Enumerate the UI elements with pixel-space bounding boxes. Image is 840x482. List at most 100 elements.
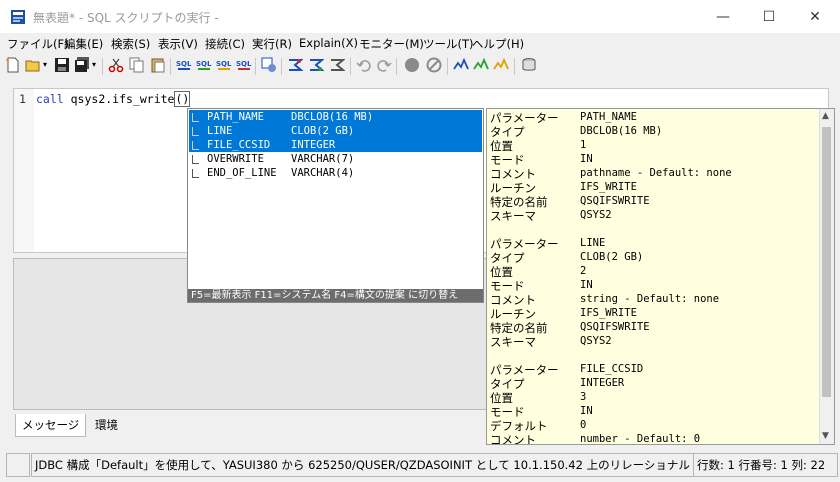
close-button[interactable]: ✕: [792, 0, 838, 33]
toolbar-separator: [102, 58, 103, 75]
app-icon: [11, 10, 25, 24]
visual-explain-icon[interactable]: [308, 57, 324, 73]
save-icon[interactable]: [54, 57, 70, 73]
value-mode: IN: [580, 153, 593, 165]
cursor-status: 行数: 1 行番号: 1 列: 22: [693, 453, 838, 477]
param-type: VARCHAR(4): [291, 167, 355, 179]
paste-icon[interactable]: [150, 57, 166, 73]
minimize-button[interactable]: —: [700, 0, 746, 33]
redo-icon[interactable]: [376, 57, 392, 73]
value-default: 0: [580, 419, 587, 431]
menu-file[interactable]: ファイル(F): [7, 36, 69, 52]
menu-view[interactable]: 表示(V): [158, 36, 198, 52]
value-mode: IN: [580, 405, 593, 417]
cut-icon[interactable]: [108, 57, 124, 73]
parameter-icon: [192, 127, 199, 136]
maximize-button[interactable]: ☐: [746, 0, 792, 33]
menu-search[interactable]: 検索(S): [111, 36, 150, 52]
value-parameter: FILE_CCSID: [580, 363, 644, 375]
menu-explain[interactable]: Explain(X): [299, 36, 358, 50]
copy-icon[interactable]: [129, 57, 145, 73]
window-title: 無表題* - SQL スクリプトの実行 -: [33, 11, 219, 25]
toolbar-separator: [281, 58, 282, 75]
undo-icon[interactable]: [356, 57, 372, 73]
param-name: FILE_CCSID: [207, 139, 271, 151]
monitor-settings-icon[interactable]: [493, 57, 509, 73]
svg-text:SQL: SQL: [196, 60, 212, 68]
svg-text:SQL: SQL: [236, 60, 252, 68]
param-type: CLOB(2 GB): [291, 125, 355, 137]
autocomplete-item[interactable]: LINE CLOB(2 GB): [189, 124, 482, 138]
autocomplete-item[interactable]: OVERWRITE VARCHAR(7): [189, 152, 482, 166]
explain-options-icon[interactable]: [329, 57, 345, 73]
run-options-icon[interactable]: [261, 57, 277, 73]
title-bar: 無表題* - SQL スクリプトの実行 - — ☐ ✕: [0, 0, 840, 33]
db-tools-icon[interactable]: [521, 57, 537, 73]
run-sql-selected-icon[interactable]: SQL: [196, 57, 212, 73]
dropdown-arrow-icon[interactable]: ▾: [92, 60, 96, 69]
line-number-gutter: 1: [14, 89, 34, 252]
open-folder-icon[interactable]: [25, 57, 41, 73]
svg-text:SQL: SQL: [176, 60, 192, 68]
parameter-icon: [192, 155, 199, 164]
run-sql-icon[interactable]: SQL: [176, 57, 192, 73]
param-name: PATH_NAME: [207, 111, 264, 123]
value-position: 3: [580, 391, 587, 403]
menu-monitor[interactable]: モニター(M): [359, 36, 424, 52]
run-sql-all-icon[interactable]: SQL: [236, 57, 252, 73]
value-position: 1: [580, 139, 587, 151]
value-parameter: LINE: [580, 237, 606, 249]
param-type: INTEGER: [291, 139, 336, 151]
new-file-icon[interactable]: [5, 57, 21, 73]
autocomplete-item[interactable]: END_OF_LINE VARCHAR(4): [189, 166, 482, 180]
value-type: DBCLOB(16 MB): [580, 125, 663, 137]
scroll-up-icon[interactable]: ▲: [822, 111, 829, 121]
detail-scrollbar[interactable]: ▲ ▼: [819, 109, 834, 444]
svg-text:SQL: SQL: [216, 60, 232, 68]
autocomplete-item[interactable]: FILE_CCSID INTEGER: [189, 138, 482, 152]
maximize-icon: ☐: [762, 8, 776, 25]
toolbar-separator: [350, 58, 351, 75]
label-comment: コメント: [490, 433, 536, 445]
menu-help[interactable]: ヘルプ(H): [472, 36, 524, 52]
parameter-icon: [192, 141, 199, 150]
value-parameter: PATH_NAME: [580, 111, 637, 123]
parameter-detail-pane: パラメーター PATH_NAME タイプ DBCLOB(16 MB) 位置 1 モード…: [486, 108, 835, 445]
monitor-graph-icon[interactable]: [473, 57, 489, 73]
scroll-down-icon[interactable]: ▼: [822, 431, 829, 441]
menu-edit[interactable]: 編集(E): [64, 36, 103, 52]
matched-paren: (): [174, 91, 191, 107]
value-comment: string - Default: none: [580, 293, 720, 305]
value-type: CLOB(2 GB): [580, 251, 644, 263]
label-schema: スキーマ: [490, 335, 536, 349]
stop-icon[interactable]: [404, 57, 420, 73]
save-all-icon[interactable]: [74, 57, 90, 73]
param-name: END_OF_LINE: [207, 167, 277, 179]
value-routine: IFS_WRITE: [580, 307, 637, 319]
toolbar-separator: [396, 58, 397, 75]
line-column: 行番号: 1 列: 22: [738, 458, 826, 472]
line-number: 1: [19, 92, 26, 106]
menu-tools[interactable]: ツール(T): [423, 36, 474, 52]
toolbar-separator: [255, 58, 256, 75]
scrollbar-thumb[interactable]: [822, 127, 831, 397]
toolbar-separator: [447, 58, 448, 75]
menu-connection[interactable]: 接続(C): [205, 36, 245, 52]
toolbar-separator: [514, 58, 515, 75]
cancel-icon[interactable]: [426, 57, 442, 73]
parameter-icon: [192, 113, 199, 122]
connection-status: JDBC 構成「Default」を使用して、YASUI380 から 625250…: [31, 453, 694, 477]
autocomplete-item[interactable]: PATH_NAME DBCLOB(16 MB): [189, 110, 482, 124]
monitor-icon[interactable]: [453, 57, 469, 73]
explain-icon[interactable]: [287, 57, 303, 73]
row-count: 行数: 1: [697, 458, 735, 472]
status-indicator: [6, 453, 30, 477]
run-sql-from-cursor-icon[interactable]: SQL: [216, 57, 232, 73]
code-line[interactable]: call qsys2.ifs_write(): [36, 91, 191, 107]
value-specific-name: QSQIFSWRITE: [580, 321, 650, 333]
value-schema: QSYS2: [580, 209, 612, 221]
tab-messages[interactable]: メッセージ: [15, 414, 87, 437]
tab-environment[interactable]: 環境: [89, 414, 124, 436]
dropdown-arrow-icon[interactable]: ▾: [43, 60, 47, 69]
menu-run[interactable]: 実行(R): [252, 36, 292, 52]
